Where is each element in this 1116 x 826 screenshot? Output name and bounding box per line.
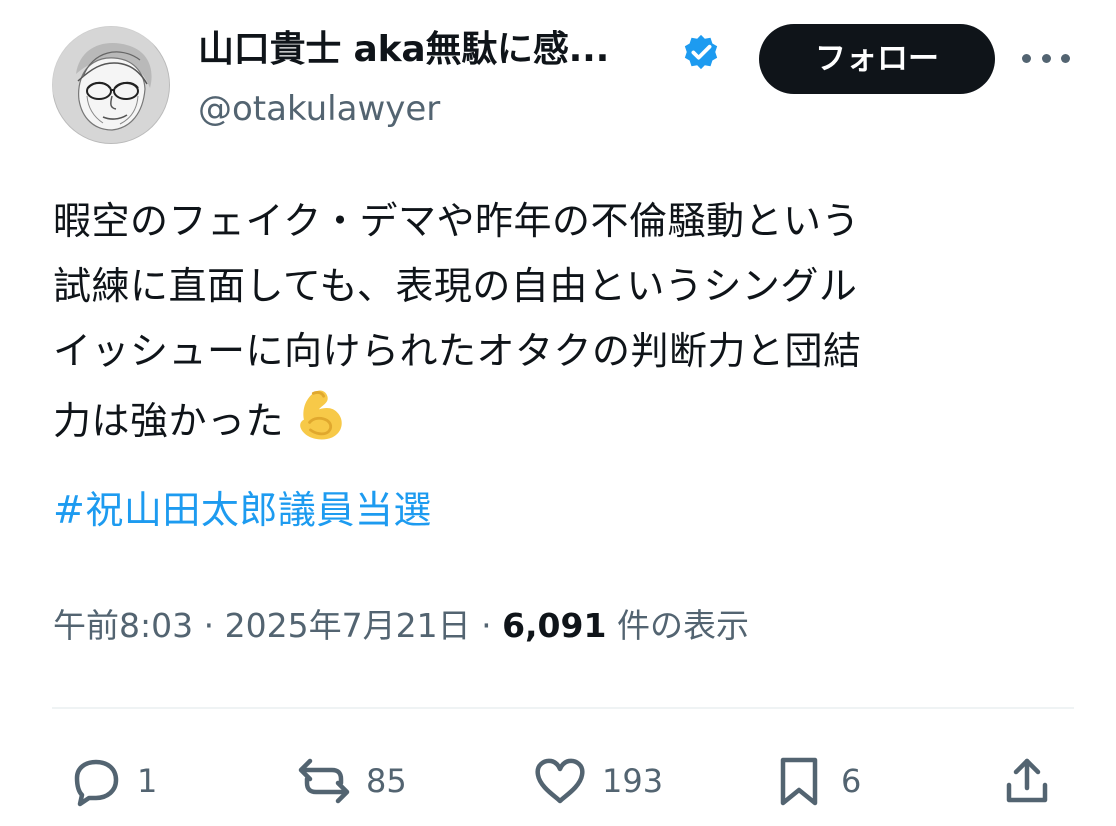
tweet-time[interactable]: 午前8:03 — [53, 606, 193, 645]
share-action[interactable] — [999, 752, 1055, 810]
avatar[interactable] — [52, 26, 170, 144]
tweet-meta: 午前8:03 · 2025年7月21日 · 6,091 件の表示 — [53, 599, 749, 653]
tweet-text-line: 力は強かった — [53, 399, 285, 443]
bookmark-action[interactable]: 6 — [771, 752, 861, 810]
flexed-biceps-icon — [288, 384, 348, 444]
tweet-text-line: 試練に直面しても、表現の自由というシングル — [53, 264, 858, 308]
verified-badge-icon[interactable] — [682, 33, 720, 71]
tweet-text-line: 暇空のフェイク・デマや昨年の不倫騒動という — [53, 199, 860, 243]
hashtag-link[interactable]: #祝山田太郎議員当選 — [53, 478, 432, 543]
reply-action[interactable]: 1 — [67, 752, 157, 810]
avatar-illustration — [53, 27, 169, 143]
like-count: 193 — [602, 762, 664, 800]
views-count[interactable]: 6,091 — [502, 606, 606, 645]
views-label[interactable]: 件の表示 — [617, 606, 749, 645]
more-horizontal-icon[interactable] — [1022, 46, 1070, 70]
tweet-date[interactable]: 2025年7月21日 — [225, 606, 471, 645]
follow-button[interactable]: フォロー — [759, 24, 995, 94]
tweet-text-last-line: 力は強かった — [53, 384, 1063, 454]
tweet-text: 暇空のフェイク・デマや昨年の不倫騒動という 試練に直面しても、表現の自由というシ… — [53, 189, 1063, 454]
repost-count: 85 — [366, 762, 407, 800]
more-dot — [1041, 53, 1051, 63]
heart-icon — [535, 758, 585, 804]
more-dot — [1022, 53, 1031, 63]
tweet-text-line: イッシューに向けられたオタクの判断力と団結 — [53, 329, 862, 373]
meta-separator: · — [193, 606, 225, 645]
more-dot — [1061, 53, 1070, 63]
display-name[interactable]: 山口貴士 aka無駄に感... — [198, 26, 609, 74]
like-action[interactable]: 193 — [532, 752, 663, 810]
bookmark-icon — [780, 757, 818, 806]
reply-count: 1 — [137, 762, 158, 800]
share-icon — [1006, 758, 1048, 803]
divider — [52, 707, 1074, 709]
tweet-card: 山口貴士 aka無駄に感... @otakulawyer フォロー 暇空のフェイ… — [0, 0, 1116, 826]
meta-separator: · — [470, 606, 503, 645]
user-handle[interactable]: @otakulawyer — [198, 88, 440, 130]
reply-icon — [74, 759, 119, 807]
repost-action[interactable]: 85 — [296, 752, 407, 810]
repost-icon — [298, 758, 350, 804]
bookmark-count: 6 — [841, 762, 862, 800]
